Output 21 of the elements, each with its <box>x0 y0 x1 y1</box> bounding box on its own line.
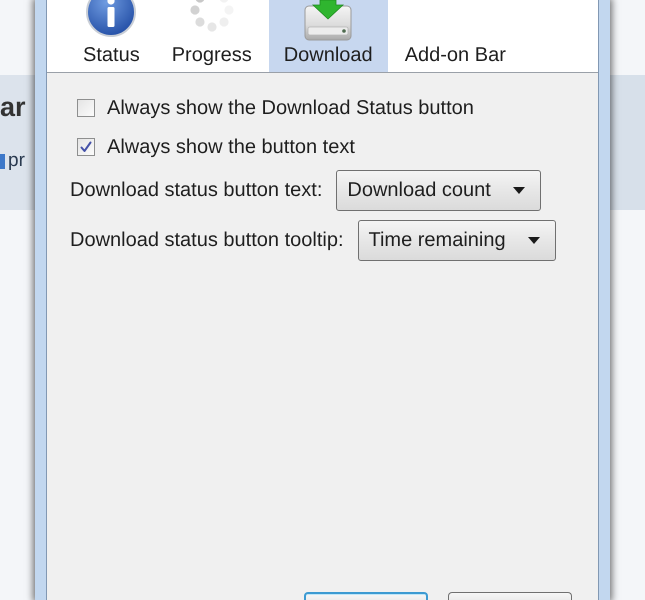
page-heading: ar <box>0 93 26 121</box>
field-label: Download status button text: <box>70 179 322 202</box>
tab[interactable]: Add-on Bar <box>390 0 521 72</box>
drive-icon <box>302 0 354 42</box>
caret-icon <box>512 187 525 194</box>
field-label: Download status button tooltip: <box>70 229 344 252</box>
dialog-button[interactable] <box>304 592 428 600</box>
tab[interactable]: Status <box>68 0 155 72</box>
check-icon <box>80 141 92 153</box>
dialog-button[interactable] <box>448 592 572 600</box>
dropdown[interactable]: Download count <box>336 170 541 211</box>
caret-icon <box>528 237 540 244</box>
dropdown[interactable]: Time remaining <box>358 220 556 261</box>
checkbox[interactable] <box>77 99 95 117</box>
option-label: Always show the button text <box>107 136 355 158</box>
option-label: Always show the Download Status button <box>107 96 474 120</box>
tab[interactable]: Download <box>268 0 388 72</box>
tile-icon <box>0 154 5 168</box>
tab[interactable]: Progress <box>156 0 267 72</box>
checkbox[interactable] <box>77 138 95 156</box>
link-text[interactable]: pr <box>8 151 25 171</box>
